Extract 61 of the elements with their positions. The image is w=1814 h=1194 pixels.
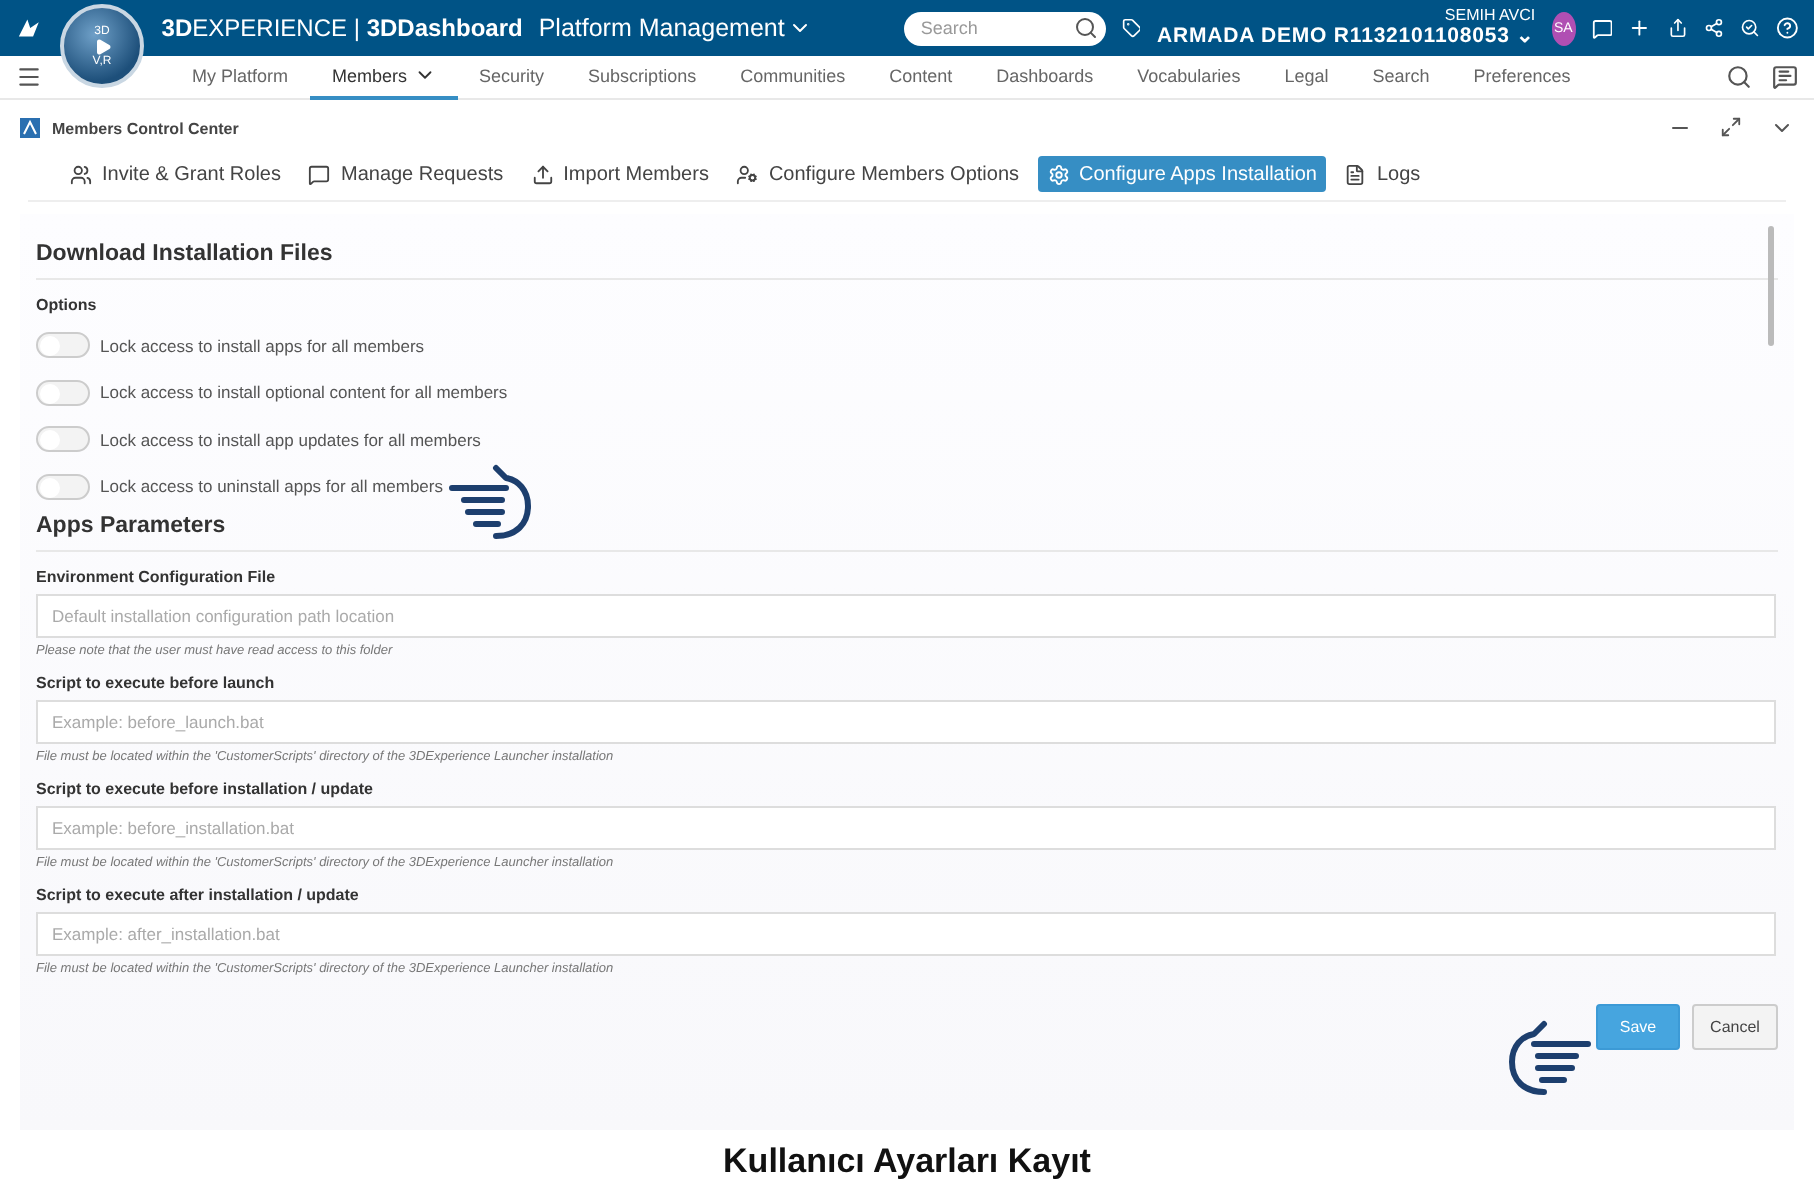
option-label: Lock access to install app updates for all members (100, 429, 481, 450)
nav-tab[interactable]: Security (457, 55, 567, 99)
user-name: SEMIH AVCI (1444, 8, 1536, 26)
tab[interactable]: Configure Apps Installation (1037, 156, 1327, 192)
caption: Kullanıcı Ayarları Kayıt (723, 1142, 1091, 1182)
option-label: Lock access to install apps for all members (100, 335, 425, 356)
gear-icon (1047, 163, 1070, 185)
comment-icon[interactable] (1772, 64, 1798, 90)
option-label: Lock access to uninstall apps for all members (100, 476, 443, 497)
dashboard-menu[interactable]: Platform Management (538, 14, 813, 42)
nav-tab[interactable]: Legal (1262, 55, 1351, 99)
nav-tab[interactable]: My Platform (170, 55, 311, 99)
tag-icon[interactable] (1121, 14, 1141, 42)
nav-tab[interactable]: Vocabularies (1115, 55, 1263, 99)
nav-tab[interactable]: Dashboards (974, 55, 1116, 99)
toggle-switch[interactable] (36, 473, 90, 500)
hand-pointer-icon (1504, 1018, 1596, 1098)
document-icon (1344, 163, 1367, 185)
widget-icon (20, 118, 40, 138)
tab[interactable]: Manage Requests (298, 156, 514, 192)
network-icon[interactable] (1703, 14, 1724, 42)
widget-title: Members Control Center (52, 119, 239, 137)
chat-icon (308, 163, 331, 185)
option-label: Lock access to install optional content for all members (100, 382, 508, 403)
input-field[interactable]: Example: before_launch.bat (36, 700, 1776, 744)
search-icon[interactable] (1073, 16, 1098, 40)
tab[interactable]: Configure Members Options (726, 156, 1030, 192)
nav-tab[interactable]: Subscriptions (566, 55, 719, 99)
menu-icon[interactable] (16, 64, 42, 90)
nav-tab[interactable]: Search (1350, 55, 1452, 99)
input-field[interactable]: Example: before_installation.bat (36, 806, 1776, 850)
nav-tab[interactable]: Content (867, 55, 975, 99)
toggle-switch[interactable] (36, 332, 90, 359)
field-label: Script to execute before launch (36, 674, 277, 692)
help-icon[interactable] (1775, 12, 1798, 44)
maximize-icon[interactable] (1720, 116, 1742, 138)
nav-tab[interactable]: Communities (718, 55, 868, 99)
users-icon (70, 163, 92, 185)
nav-tab[interactable]: Preferences (1451, 55, 1593, 99)
section-title: Download Installation Files (36, 240, 335, 270)
field-label: Environment Configuration File (36, 568, 278, 586)
tab[interactable]: Invite & Grant Roles (60, 156, 291, 192)
upload-icon (531, 163, 554, 185)
field-label: Script to execute before installation / update (36, 780, 375, 798)
input-field[interactable]: Default installation configuration path location (36, 594, 1776, 638)
options-label: Options (36, 296, 99, 314)
cancel-button[interactable]: Cancel (1692, 1004, 1778, 1050)
user-gear-icon (736, 163, 759, 185)
tab[interactable]: Logs (1334, 156, 1431, 192)
toggle-switch[interactable] (36, 379, 90, 406)
field-label: Script to execute after installation / update (36, 886, 361, 904)
input-field[interactable]: Example: after_installation.bat (36, 912, 1776, 956)
share-icon[interactable] (1667, 14, 1688, 42)
section-title: Apps Parameters (36, 512, 228, 542)
nav-tab[interactable]: Members (310, 55, 458, 99)
tab[interactable]: Import Members (521, 156, 719, 192)
tenant-menu[interactable]: ARMADA DEMO R1132101108053 ⌄ (1157, 25, 1536, 48)
toggle-switch[interactable] (36, 426, 90, 453)
app-brand: 3DEXPERIENCE | 3DDashboard (161, 14, 523, 42)
search-icon[interactable] (1726, 64, 1752, 90)
hand-pointer-icon (444, 462, 536, 542)
